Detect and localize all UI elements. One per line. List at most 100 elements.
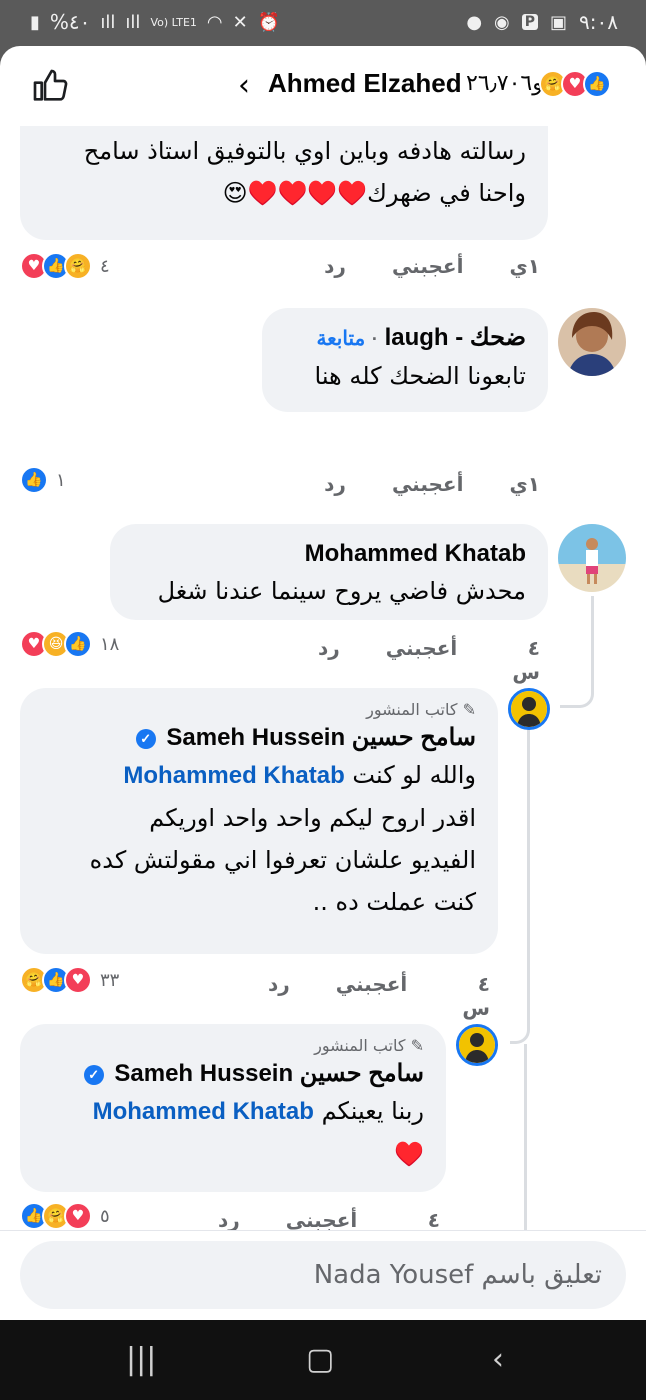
reply-button[interactable]: رد (324, 472, 346, 496)
author-name[interactable]: Mohammed Khatab (132, 538, 526, 570)
mention-link[interactable]: Mohammed Khatab (93, 1098, 314, 1125)
comment-time: ٤ س (512, 636, 540, 684)
reply-button[interactable]: رد (318, 636, 340, 684)
comment-text-line: الفيديو علشان تعرفوا اني مقولتش كده (89, 846, 476, 874)
header-reactions[interactable]: 🤗 ♥ 👍 (539, 70, 611, 98)
status-bar: ▮ %٤٠ ıll ıll Vo) LTE1 ◠ ✕ ⏰ ● ◉ P ▣ ٩:٠… (0, 0, 646, 48)
home-icon[interactable]: ▢ (306, 1342, 334, 1377)
author-name[interactable]: سامح حسين Sameh Hussein (114, 1060, 424, 1087)
comment-list[interactable]: رسالته هادفه وباين اوي بالتوفيق استاذ سا… (0, 126, 646, 1230)
reaction-count: ١٨ (100, 633, 120, 655)
care-icon: 🤗 (64, 252, 92, 280)
reply-button[interactable]: رد (218, 1208, 240, 1230)
like-button[interactable]: أعجبني (286, 1208, 358, 1230)
comment-reactions[interactable]: ♥ 😆 👍 ١٨ (20, 630, 119, 658)
system-nav-bar: ||| ▢ ‹ (0, 1320, 646, 1400)
comment-time: ١ي (509, 254, 540, 278)
reply-button[interactable]: رد (268, 972, 290, 1020)
reply-button[interactable]: رد (324, 254, 346, 278)
comment-bubble[interactable]: ✎ كاتب المنشور سامح حسين Sameh Hussein ✓… (20, 1024, 446, 1192)
comment-text-line: اقدر اروح ليكم واحد واحد اوريكم (149, 804, 476, 832)
battery-icon: ▮ (30, 11, 40, 33)
comment-input[interactable]: تعليق باسم Nada Yousef (20, 1241, 626, 1309)
avatar[interactable] (558, 308, 626, 376)
comment-time: ١ي (509, 472, 540, 496)
verified-icon: ✓ (83, 1064, 104, 1085)
signal-icon: ıll (100, 11, 116, 33)
comment-actions: ١ي أعجبني رد (324, 254, 540, 278)
like-icon[interactable] (30, 66, 70, 106)
comment-text-line: رسالته هادفه وباين اوي بالتوفيق استاذ سا… (83, 137, 526, 165)
messenger-icon: ◉ (494, 11, 510, 33)
comment-actions: ٤ س أعجبني رد (218, 1208, 440, 1230)
comment-reactions[interactable]: 🤗 👍 ♥ ٣٣ (20, 966, 119, 994)
dot-icon: ● (466, 11, 483, 33)
thread-connector (524, 1044, 527, 1230)
thread-connector (560, 596, 594, 708)
avatar[interactable] (508, 688, 550, 730)
comment-reactions[interactable]: 👍 🤗 ♥ ٥ (20, 1202, 110, 1230)
comment-actions: ٤ س أعجبني رد (268, 972, 490, 1020)
comment-actions: ١ي أعجبني رد (324, 472, 540, 496)
comment-reactions[interactable]: ♥ 👍 🤗 ٤ (20, 252, 110, 280)
avatar[interactable] (456, 1024, 498, 1066)
mention-link[interactable]: Mohammed Khatab (123, 762, 344, 789)
comments-sheet: ‹ Ahmed Elzahed و٢٦٫٧٠٦ 🤗 ♥ 👍 رسالته هاد… (0, 46, 646, 1320)
like-button[interactable]: أعجبني (392, 254, 464, 278)
author-name[interactable]: سامح حسين Sameh Hussein (166, 724, 476, 751)
like-icon: 👍 (583, 70, 611, 98)
author-name[interactable]: ضحك - laugh (385, 324, 526, 351)
mute-icon: ✕ (232, 11, 248, 33)
comment-text: محدش فاضي يروح سينما عندنا شغل (157, 577, 526, 605)
comment-actions: ٤ س أعجبني رد (318, 636, 540, 684)
comment-bubble[interactable]: رسالته هادفه وباين اوي بالتوفيق استاذ سا… (20, 126, 548, 240)
reaction-count: ٤ (100, 255, 110, 277)
love-icon: ♥ (64, 966, 92, 994)
comment-author[interactable]: سامح حسين Sameh Hussein ✓ (42, 1058, 424, 1090)
comment-author[interactable]: سامح حسين Sameh Hussein ✓ (42, 722, 476, 754)
comment-time: ٤ س (427, 1208, 440, 1230)
comment-text-line: كنت عملت ده .. (312, 888, 476, 916)
love-icon: ♥ (64, 1202, 92, 1230)
like-icon: 👍 (64, 630, 92, 658)
network-label: Vo) LTE1 (150, 15, 197, 29)
comment-bubble[interactable]: Mohammed Khatab محدش فاضي يروح سينما عند… (110, 524, 548, 620)
avatar[interactable] (558, 524, 626, 592)
battery-level: %٤٠ (49, 10, 91, 34)
verified-icon: ✓ (135, 728, 156, 749)
comment-author[interactable]: ضحك - laugh · متابعة (284, 322, 526, 355)
avatar-image (558, 308, 626, 376)
header-title[interactable]: Ahmed Elzahed (268, 68, 462, 99)
wifi-icon: ◠ (206, 11, 223, 33)
parking-icon: P (521, 14, 539, 30)
chevron-left-icon[interactable]: ‹ (238, 68, 250, 103)
comment-composer: تعليق باسم Nada Yousef (0, 1230, 646, 1320)
back-icon[interactable]: ‹ (492, 1342, 504, 1377)
author-badge: ✎ كاتب المنشور (42, 1034, 424, 1058)
like-button[interactable]: أعجبني (386, 636, 458, 684)
comment-text-prefix: ربنا يعينكم (321, 1097, 424, 1125)
avatar-image (459, 1027, 495, 1063)
comment-reactions[interactable]: 👍 ١ (20, 466, 66, 494)
like-button[interactable]: أعجبني (336, 972, 408, 1020)
author-badge: ✎ كاتب المنشور (42, 698, 476, 722)
comment-text-line: واحنا في ضهرك♥️♥️♥️♥️😍 (222, 179, 526, 207)
comment-bubble[interactable]: ✎ كاتب المنشور سامح حسين Sameh Hussein ✓… (20, 688, 498, 954)
comment-text: تابعونا الضحك كله هنا (314, 362, 527, 390)
comment-time: ٤ س (462, 972, 490, 1020)
reaction-count: ٥ (100, 1205, 110, 1227)
header-reaction-count[interactable]: و٢٦٫٧٠٦ (466, 70, 543, 96)
pencil-icon: ✎ (410, 1036, 424, 1055)
recent-apps-icon[interactable]: ||| (126, 1342, 156, 1377)
pencil-icon: ✎ (462, 700, 476, 719)
comment-text-line: والله لو كنت Mohammed Khatab (42, 754, 476, 797)
author-badge-label: كاتب المنشور (314, 1036, 406, 1055)
status-right: ● ◉ P ▣ ٩:٠٨ (466, 10, 618, 34)
separator-dot: · (371, 329, 378, 349)
thread-connector (510, 726, 530, 1044)
follow-button[interactable]: متابعة (316, 328, 365, 350)
like-button[interactable]: أعجبني (392, 472, 464, 496)
signal-icon-2: ıll (125, 11, 141, 33)
comment-bubble[interactable]: ضحك - laugh · متابعة تابعونا الضحك كله ه… (262, 308, 548, 412)
author-badge-label: كاتب المنشور (366, 700, 458, 719)
